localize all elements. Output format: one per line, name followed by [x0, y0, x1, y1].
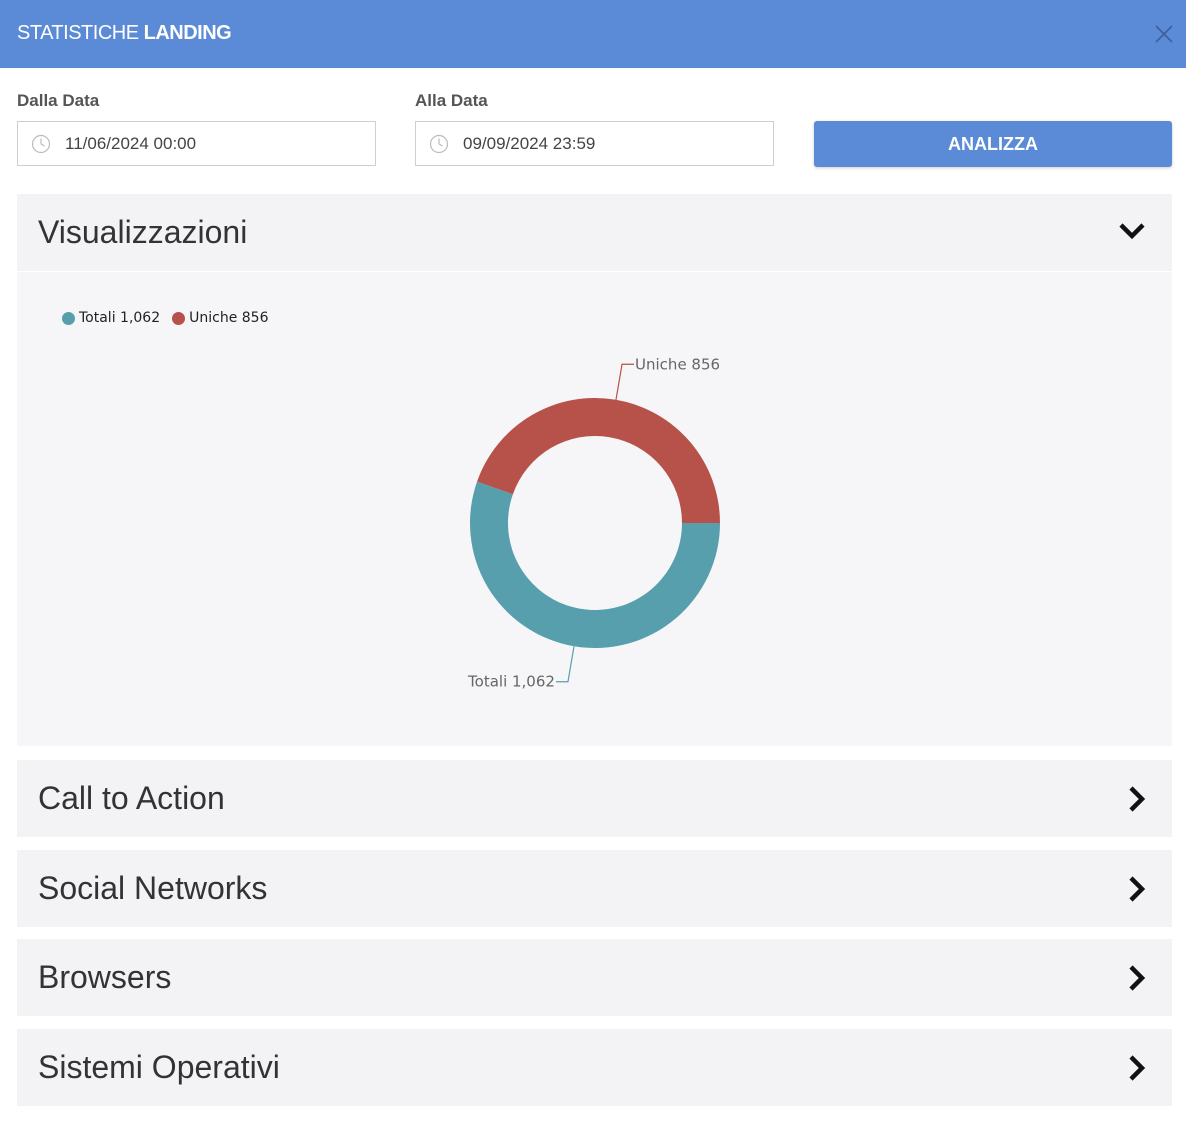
- leader-line: [555, 646, 575, 683]
- section-title: Visualizzazioni: [38, 214, 248, 250]
- to-date-input[interactable]: [463, 132, 763, 156]
- from-date-field[interactable]: [17, 121, 376, 166]
- donut-chart: Totali 1,062 Uniche 856: [467, 355, 720, 691]
- close-icon[interactable]: [1150, 20, 1178, 48]
- dialog-title: STATISTICHE LANDING: [17, 22, 232, 45]
- chevron-right-icon[interactable]: [1122, 874, 1152, 904]
- chevron-down-icon[interactable]: [1117, 216, 1147, 246]
- from-date-input[interactable]: [65, 132, 365, 156]
- from-date-label: Dalla Data: [17, 91, 100, 110]
- to-date-field[interactable]: [415, 121, 774, 166]
- analyze-button[interactable]: ANALIZZA: [814, 121, 1172, 167]
- section-title: Social Networks: [38, 870, 268, 906]
- section-header-visualizzazioni[interactable]: Visualizzazioni: [17, 194, 1172, 271]
- clock-icon: [429, 134, 449, 154]
- section-header-social-networks[interactable]: Social Networks: [17, 850, 1172, 927]
- section-header-call-to-action[interactable]: Call to Action: [17, 760, 1172, 837]
- dialog-title-prefix: STATISTICHE: [17, 22, 144, 44]
- dialog-title-main: LANDING: [143, 22, 232, 44]
- donut-slice-uniche[interactable]: [477, 398, 720, 523]
- leader-line: [615, 363, 635, 400]
- chevron-right-icon[interactable]: [1122, 784, 1152, 814]
- chevron-right-icon[interactable]: [1122, 1053, 1152, 1083]
- slice-label: Uniche 856: [635, 355, 720, 373]
- section-title: Browsers: [38, 959, 172, 995]
- dialog-header: STATISTICHE LANDING: [0, 0, 1186, 68]
- slice-label: Totali 1,062: [467, 673, 555, 691]
- section-title: Call to Action: [38, 780, 225, 816]
- to-date-label: Alla Data: [415, 91, 488, 110]
- chevron-right-icon[interactable]: [1122, 963, 1152, 993]
- section-header-sistemi-operativi[interactable]: Sistemi Operativi: [17, 1029, 1172, 1106]
- section-header-browsers[interactable]: Browsers: [17, 939, 1172, 1016]
- section-title: Sistemi Operativi: [38, 1049, 280, 1085]
- visualizzazioni-panel: Totali 1,062 Uniche 856 Totali 1,062 Unic…: [17, 272, 1172, 746]
- clock-icon: [31, 134, 51, 154]
